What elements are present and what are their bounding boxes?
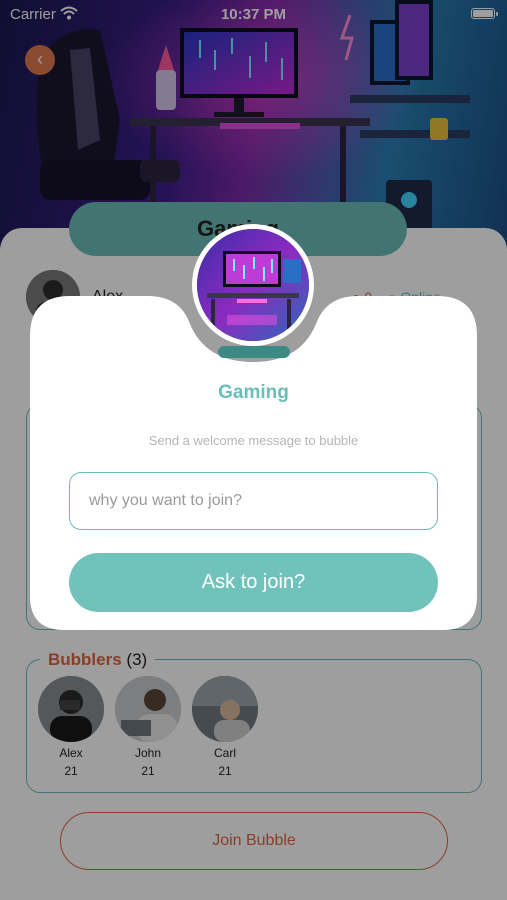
bubble-avatar	[192, 224, 314, 346]
modal-subtitle: Send a welcome message to bubble	[148, 433, 359, 448]
join-request-modal: Gaming Send a welcome message to bubble …	[30, 224, 477, 630]
ask-to-join-button[interactable]: Ask to join?	[69, 553, 438, 612]
modal-title: Gaming	[218, 382, 289, 403]
join-reason-input[interactable]	[69, 472, 438, 530]
